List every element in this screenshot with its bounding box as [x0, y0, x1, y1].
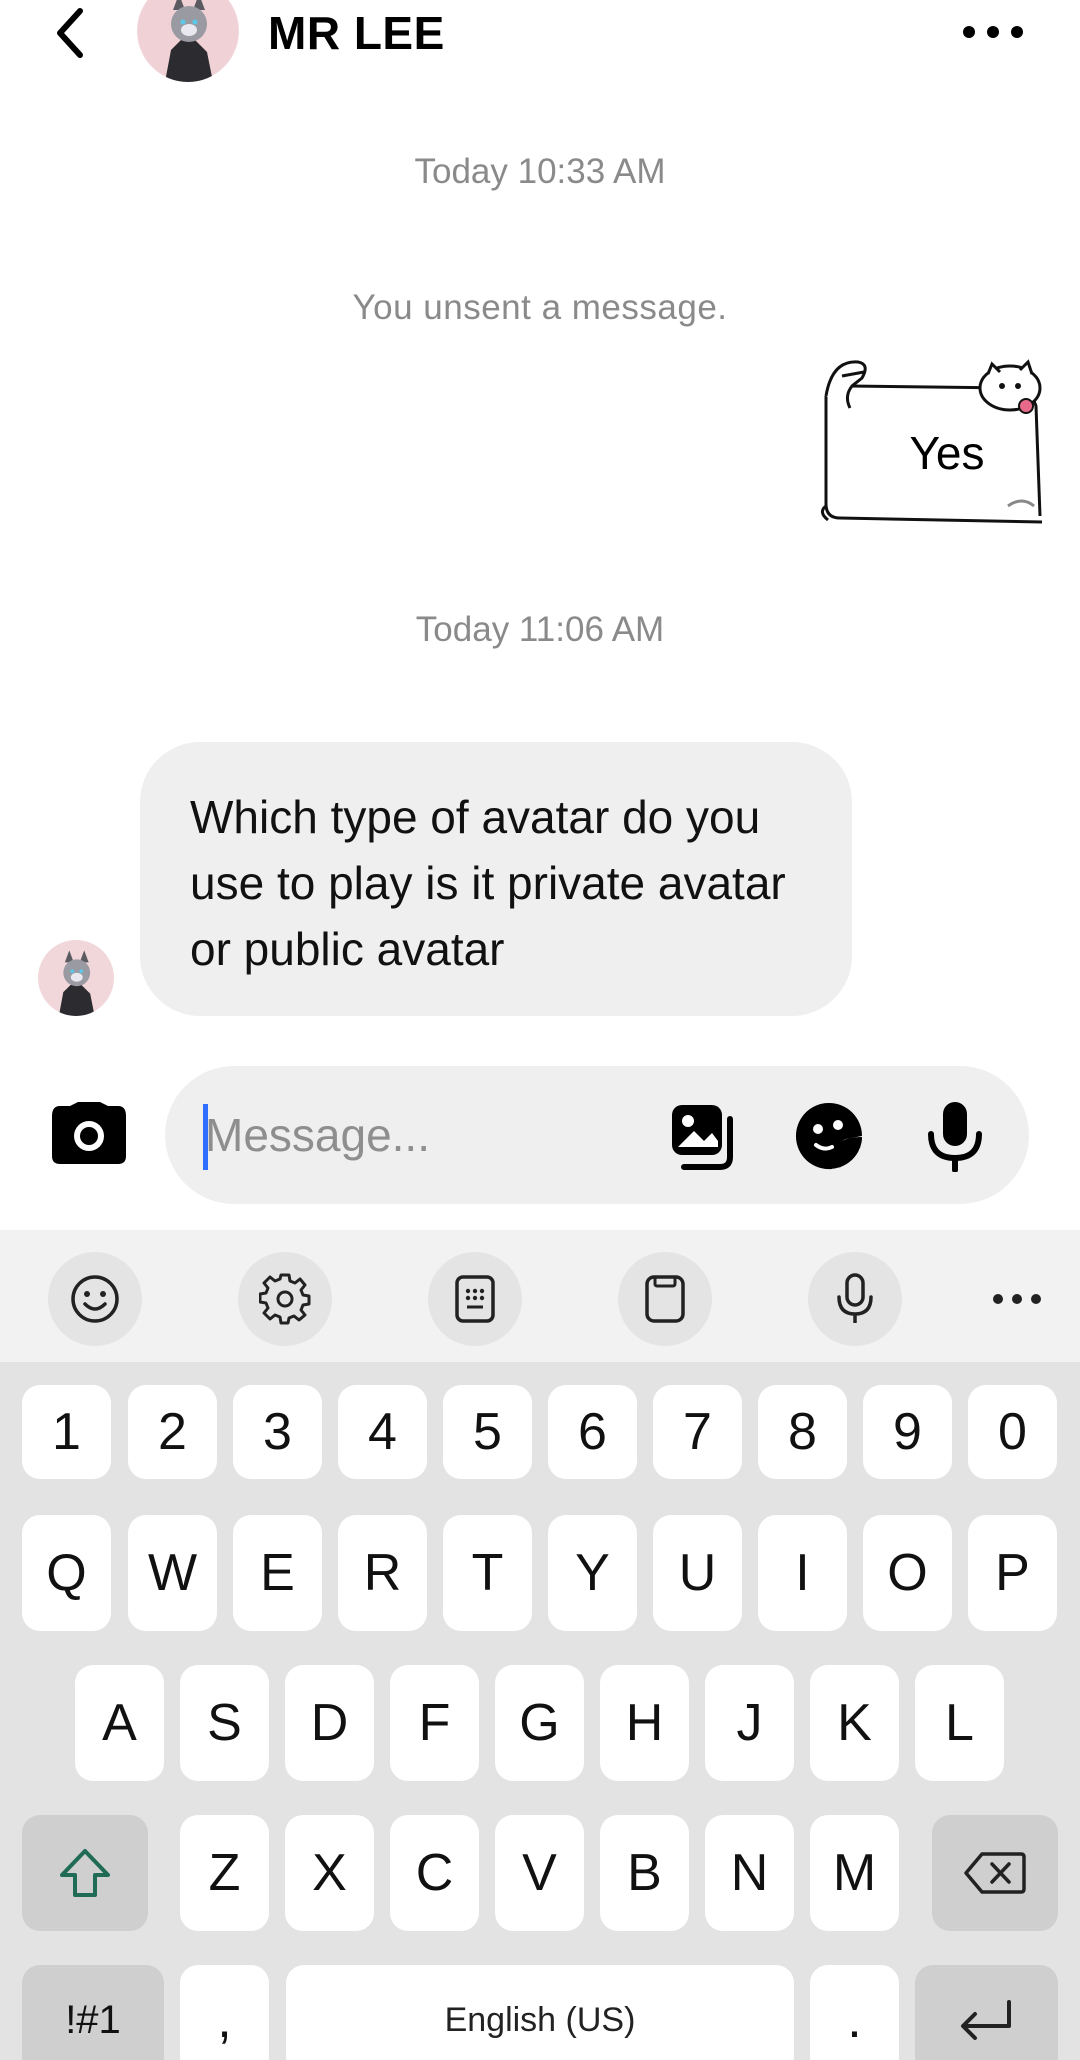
key-i[interactable]: I — [758, 1515, 847, 1631]
chevron-left-icon — [57, 8, 83, 58]
soft-keyboard: 1 2 3 4 5 6 7 8 9 0 Q W E R T Y U I O P … — [0, 1230, 1080, 2060]
key-t[interactable]: T — [443, 1515, 532, 1631]
unsent-notice: You unsent a message. — [352, 288, 728, 327]
more-icon — [993, 1294, 1041, 1304]
sender-avatar[interactable] — [38, 940, 114, 1016]
chat-header: MR LEE — [0, 0, 1080, 82]
keypad-button[interactable] — [428, 1252, 522, 1346]
sticker-button[interactable] — [793, 1100, 865, 1172]
key-n[interactable]: N — [705, 1815, 794, 1931]
key-f[interactable]: F — [390, 1665, 479, 1781]
camera-icon — [52, 1102, 126, 1164]
key-w[interactable]: W — [128, 1515, 217, 1631]
key-7[interactable]: 7 — [653, 1385, 742, 1479]
space-key-label: English (US) — [444, 2000, 636, 2039]
clipboard-icon — [645, 1275, 685, 1323]
clipboard-button[interactable] — [618, 1252, 712, 1346]
contact-avatar[interactable] — [137, 0, 239, 82]
key-y[interactable]: Y — [548, 1515, 637, 1631]
symbols-key[interactable]: !#1 — [22, 1965, 164, 2060]
backspace-key[interactable] — [932, 1815, 1058, 1931]
voice-message-button[interactable] — [919, 1100, 991, 1172]
keyboard-settings-button[interactable] — [238, 1252, 332, 1346]
key-b[interactable]: B — [600, 1815, 689, 1931]
emoji-icon — [71, 1275, 119, 1323]
enter-key[interactable] — [915, 1965, 1058, 2060]
key-c[interactable]: C — [390, 1815, 479, 1931]
voice-input-button[interactable] — [808, 1252, 902, 1346]
keyboard-more-button[interactable] — [970, 1252, 1064, 1346]
key-9[interactable]: 9 — [863, 1385, 952, 1479]
shift-key[interactable] — [22, 1815, 148, 1931]
key-q[interactable]: Q — [22, 1515, 111, 1631]
back-button[interactable] — [42, 0, 98, 66]
space-key[interactable]: English (US) — [286, 1965, 794, 2060]
key-e[interactable]: E — [233, 1515, 322, 1631]
shift-icon — [60, 1849, 110, 1897]
key-2[interactable]: 2 — [128, 1385, 217, 1479]
key-g[interactable]: G — [495, 1665, 584, 1781]
keypad-icon — [455, 1275, 495, 1323]
message-input[interactable] — [205, 1096, 665, 1174]
key-p[interactable]: P — [968, 1515, 1057, 1631]
key-s[interactable]: S — [180, 1665, 269, 1781]
key-x[interactable]: X — [285, 1815, 374, 1931]
key-5[interactable]: 5 — [443, 1385, 532, 1479]
gallery-button[interactable] — [667, 1100, 739, 1172]
enter-icon — [960, 2000, 1011, 2040]
gallery-icon — [672, 1105, 733, 1170]
sticker-icon — [795, 1103, 862, 1170]
more-horizontal-icon — [963, 26, 1023, 38]
sticker-text: Yes — [909, 427, 985, 479]
text-caret — [203, 1104, 208, 1170]
timestamp: Today 11:06 AM — [415, 610, 665, 649]
message-composer — [165, 1066, 1029, 1204]
key-8[interactable]: 8 — [758, 1385, 847, 1479]
key-l[interactable]: L — [915, 1665, 1004, 1781]
key-h[interactable]: H — [600, 1665, 689, 1781]
keys-area: 1 2 3 4 5 6 7 8 9 0 Q W E R T Y U I O P … — [0, 1362, 1080, 2060]
key-d[interactable]: D — [285, 1665, 374, 1781]
key-6[interactable]: 6 — [548, 1385, 637, 1479]
key-j[interactable]: J — [705, 1665, 794, 1781]
sticker-message[interactable]: Yes — [812, 356, 1044, 528]
contact-name[interactable]: MR LEE — [268, 6, 445, 60]
keyboard-toolbar — [0, 1230, 1080, 1362]
key-3[interactable]: 3 — [233, 1385, 322, 1479]
microphone-icon — [928, 1102, 982, 1172]
key-k[interactable]: K — [810, 1665, 899, 1781]
key-o[interactable]: O — [863, 1515, 952, 1631]
key-v[interactable]: V — [495, 1815, 584, 1931]
settings-icon — [259, 1273, 311, 1325]
period-key[interactable]: . — [810, 1965, 899, 2060]
voice-input-icon — [837, 1273, 873, 1323]
key-z[interactable]: Z — [180, 1815, 269, 1931]
emoji-button[interactable] — [48, 1252, 142, 1346]
key-a[interactable]: A — [75, 1665, 164, 1781]
incoming-message-bubble[interactable]: Which type of avatar do you use to play … — [140, 742, 852, 1016]
comma-key[interactable]: , — [180, 1965, 269, 2060]
more-options-button[interactable] — [958, 14, 1028, 50]
key-r[interactable]: R — [338, 1515, 427, 1631]
key-u[interactable]: U — [653, 1515, 742, 1631]
timestamp: Today 10:33 AM — [414, 152, 666, 191]
key-m[interactable]: M — [810, 1815, 899, 1931]
key-4[interactable]: 4 — [338, 1385, 427, 1479]
camera-button[interactable] — [50, 1100, 128, 1166]
key-0[interactable]: 0 — [968, 1385, 1057, 1479]
backspace-icon — [964, 1852, 1026, 1894]
key-1[interactable]: 1 — [22, 1385, 111, 1479]
